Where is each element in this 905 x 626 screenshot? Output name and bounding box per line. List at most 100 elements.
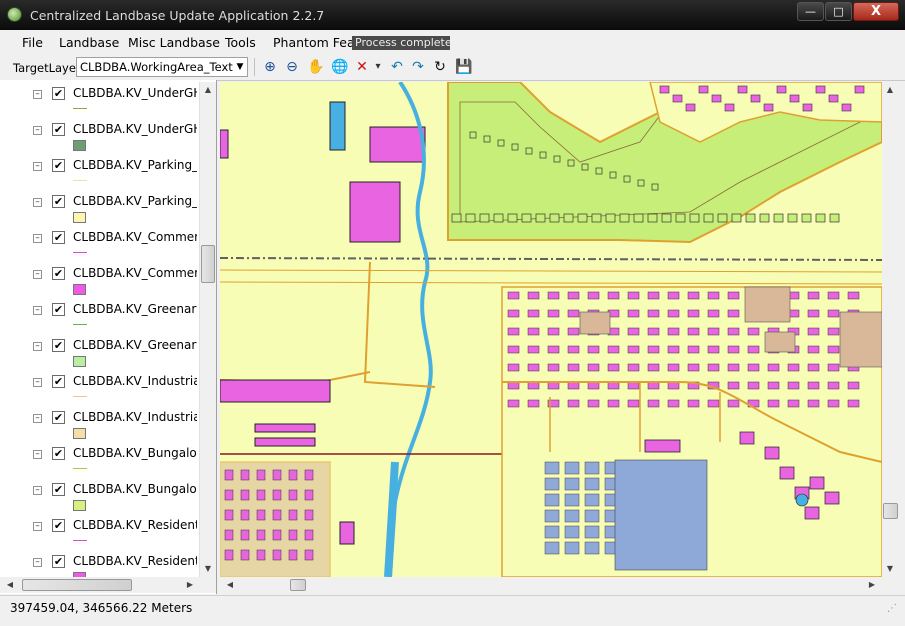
minimize-button[interactable]: — — [797, 2, 824, 21]
layer-visibility-checkbox[interactable]: ✔ — [52, 195, 65, 208]
map-drawing[interactable] — [220, 82, 882, 577]
line-symbol-swatch — [73, 540, 87, 541]
bungalow-lot — [493, 213, 504, 223]
map-vertical-scrollbar[interactable]: ▲ ▼ — [882, 82, 899, 577]
residential-lot — [607, 381, 620, 390]
menu-landbase[interactable]: Landbase — [59, 35, 119, 50]
commercial-lot — [240, 529, 250, 541]
layer-visibility-checkbox[interactable]: ✔ — [52, 339, 65, 352]
layer-tree-item[interactable]: – ✔ CLBDBA.KV_Greenary_A — [0, 336, 200, 372]
scroll-thumb[interactable] — [201, 245, 215, 283]
residential-lot — [827, 381, 840, 390]
layer-visibility-checkbox[interactable]: ✔ — [52, 123, 65, 136]
scroll-right-arrow-icon[interactable]: ▶ — [864, 577, 880, 593]
layer-panel-horizontal-scrollbar[interactable]: ◀ ▶ — [0, 577, 216, 593]
layer-tree-item[interactable]: – ✔ CLBDBA.KV_Bungalow_ — [0, 444, 200, 480]
collapse-toggle-icon[interactable]: – — [33, 270, 42, 279]
layer-tree-panel[interactable]: – ✔ CLBDBA.KV_UnderGHw – ✔ CLBDBA.KV_UnderGHw… — [0, 80, 217, 594]
bungalow-lot — [451, 213, 462, 223]
collapse-toggle-icon[interactable]: – — [33, 414, 42, 423]
layer-tree-item[interactable]: – ✔ CLBDBA.KV_Industrial_A — [0, 408, 200, 444]
title-bar: Centralized Landbase Update Application … — [0, 0, 905, 30]
chevron-down-icon: ▼ — [236, 62, 244, 72]
collapse-toggle-icon[interactable]: – — [33, 558, 42, 567]
layer-visibility-checkbox[interactable]: ✔ — [52, 87, 65, 100]
zoom-in-icon[interactable]: ⊕ — [260, 57, 280, 77]
scroll-left-arrow-icon[interactable]: ◀ — [2, 577, 18, 593]
residential-lot — [507, 345, 520, 354]
collapse-toggle-icon[interactable]: – — [33, 486, 42, 495]
layer-tree-item[interactable]: – ✔ CLBDBA.KV_UnderGHw — [0, 84, 200, 120]
zoom-out-icon[interactable]: ⊖ — [282, 57, 302, 77]
layer-visibility-checkbox[interactable]: ✔ — [52, 231, 65, 244]
delete-x-icon[interactable]: ✕ — [352, 57, 372, 77]
scroll-up-arrow-icon[interactable]: ▲ — [200, 82, 216, 98]
collapse-toggle-icon[interactable]: – — [33, 306, 42, 315]
menu-misc-landbase[interactable]: Misc Landbase — [128, 35, 220, 50]
layer-visibility-checkbox[interactable]: ✔ — [52, 375, 65, 388]
collapse-toggle-icon[interactable]: – — [33, 450, 42, 459]
redo-icon[interactable]: ↷ — [408, 57, 428, 77]
scroll-thumb[interactable] — [290, 579, 306, 591]
layer-visibility-checkbox[interactable]: ✔ — [52, 303, 65, 316]
residential-building — [809, 476, 825, 490]
close-button[interactable]: X — [853, 2, 899, 21]
scroll-right-arrow-icon[interactable]: ▶ — [182, 577, 198, 593]
layer-visibility-checkbox[interactable]: ✔ — [52, 555, 65, 568]
dropdown-arrow-icon[interactable]: ▾ — [373, 57, 383, 77]
scroll-left-arrow-icon[interactable]: ◀ — [222, 577, 238, 593]
commercial-building — [369, 126, 426, 163]
scroll-thumb[interactable] — [22, 579, 132, 591]
collapse-toggle-icon[interactable]: – — [33, 342, 42, 351]
save-disk-icon[interactable]: 💾 — [454, 57, 474, 77]
refresh-icon[interactable]: ↻ — [430, 57, 450, 77]
layer-name: CLBDBA.KV_Greenary_L — [73, 302, 197, 316]
target-layer-select[interactable]: CLBDBA.WorkingArea_Text ▼ — [76, 57, 248, 77]
scroll-thumb[interactable] — [883, 503, 898, 519]
layer-panel-vertical-scrollbar[interactable]: ▲ ▼ — [199, 82, 216, 577]
map-canvas[interactable] — [220, 82, 882, 577]
commercial-lot — [256, 489, 266, 501]
menu-tools[interactable]: Tools — [225, 35, 256, 50]
line-symbol-swatch — [73, 252, 87, 253]
collapse-toggle-icon[interactable]: – — [33, 198, 42, 207]
collapse-toggle-icon[interactable]: – — [33, 162, 42, 171]
collapse-toggle-icon[interactable]: – — [33, 522, 42, 531]
target-layer-value: CLBDBA.WorkingArea_Text — [80, 60, 233, 74]
map-horizontal-scrollbar[interactable]: ◀ ▶ — [220, 577, 882, 593]
layer-visibility-checkbox[interactable]: ✔ — [52, 411, 65, 424]
collapse-toggle-icon[interactable]: – — [33, 234, 42, 243]
layer-visibility-checkbox[interactable]: ✔ — [52, 159, 65, 172]
layer-tree-item[interactable]: – ✔ CLBDBA.KV_Greenary_L — [0, 300, 200, 336]
undo-icon[interactable]: ↶ — [387, 57, 407, 77]
layer-tree-item[interactable]: – ✔ CLBDBA.KV_Parking_Lo — [0, 192, 200, 228]
layer-visibility-checkbox[interactable]: ✔ — [52, 519, 65, 532]
collapse-toggle-icon[interactable]: – — [33, 126, 42, 135]
scroll-down-arrow-icon[interactable]: ▼ — [882, 561, 898, 577]
layer-tree-item[interactable]: – ✔ CLBDBA.KV_Bungalow_ — [0, 480, 200, 516]
menu-bar: File Landbase Misc Landbase Tools Phanto… — [0, 30, 905, 54]
resize-grip-icon[interactable]: ⋰ — [887, 603, 897, 614]
layer-tree-item[interactable]: – ✔ CLBDBA.KV_UnderGHw — [0, 120, 200, 156]
layer-tree-item[interactable]: – ✔ CLBDBA.KV_Parking_Lo — [0, 156, 200, 192]
menu-file[interactable]: File — [22, 35, 43, 50]
layer-visibility-checkbox[interactable]: ✔ — [52, 483, 65, 496]
collapse-toggle-icon[interactable]: – — [33, 90, 42, 99]
scroll-up-arrow-icon[interactable]: ▲ — [882, 82, 898, 98]
pan-hand-icon[interactable]: ✋ — [306, 57, 326, 77]
process-status-toast: Process complete ... — [352, 36, 450, 50]
layer-visibility-checkbox[interactable]: ✔ — [52, 447, 65, 460]
collapse-toggle-icon[interactable]: – — [33, 378, 42, 387]
layer-tree-item[interactable]: – ✔ CLBDBA.KV_Industrial_L — [0, 372, 200, 408]
scroll-down-arrow-icon[interactable]: ▼ — [200, 561, 216, 577]
layer-tree-item[interactable]: – ✔ CLBDBA.KV_Residential_ — [0, 516, 200, 552]
layer-tree-item[interactable]: – ✔ CLBDBA.KV_Commercia — [0, 264, 200, 300]
maximize-button[interactable]: □ — [825, 2, 852, 21]
commercial-lot — [272, 469, 282, 481]
layer-tree-item[interactable]: – ✔ CLBDBA.KV_Commercia — [0, 228, 200, 264]
commercial-lot — [288, 509, 298, 521]
globe-full-extent-icon[interactable]: 🌐 — [330, 57, 350, 77]
layer-visibility-checkbox[interactable]: ✔ — [52, 267, 65, 280]
bungalow-lot — [577, 213, 588, 223]
residential-lot — [507, 291, 520, 300]
